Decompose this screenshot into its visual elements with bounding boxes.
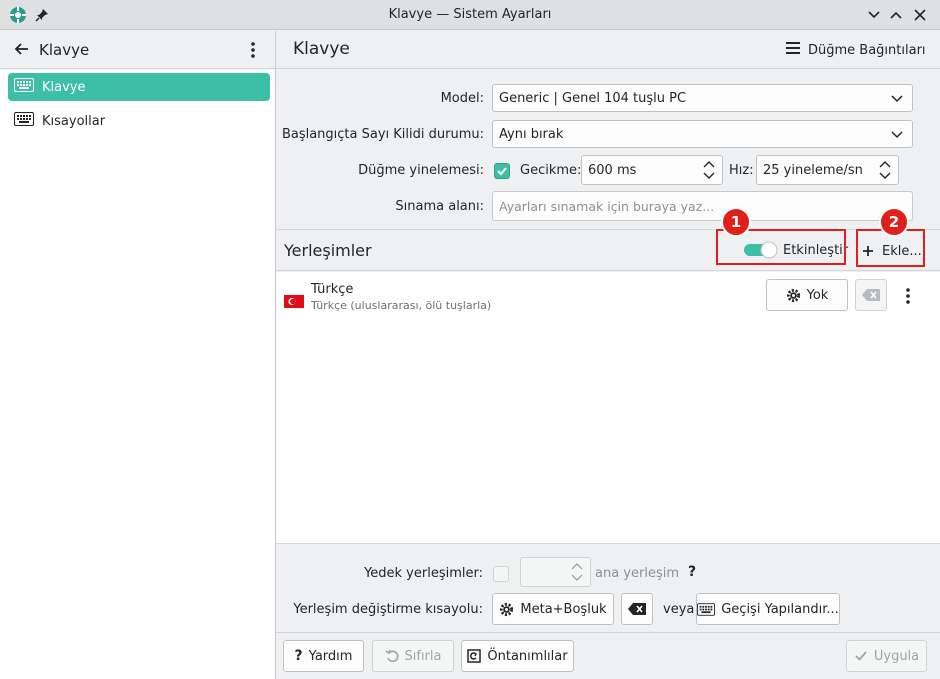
help-label: Yardım (308, 648, 353, 664)
sidebar-title: Klavye (39, 41, 90, 59)
reset-button[interactable]: Sıfırla (372, 640, 454, 672)
maximize-button[interactable] (886, 5, 906, 25)
repeat-label: Düğme yinelemesi: (358, 163, 484, 178)
callout-badge-2: 2 (879, 207, 909, 237)
layout-shortcut-label: Yok (806, 287, 829, 303)
turkey-flag-icon (284, 295, 304, 308)
spare-layouts-suffix: ana yerleşim (595, 566, 679, 581)
numlock-value: Aynı bırak (499, 126, 564, 142)
test-area-label: Sınama alanı: (395, 199, 484, 214)
back-arrow-icon[interactable] (14, 41, 32, 59)
footer-divider (276, 632, 940, 633)
spin-arrows-icon (703, 161, 715, 179)
key-bindings-label: Düğme Bağıntıları (808, 42, 926, 58)
sidebar-item-label: Kısayollar (42, 113, 106, 129)
keyboard-icon (14, 112, 34, 130)
rate-spinbox[interactable]: 25 yineleme/sn (756, 155, 899, 185)
page-header: Klavye Düğme Bağıntıları (276, 31, 940, 69)
layout-shortcut-button[interactable]: Yok (766, 279, 848, 311)
keyboard-settings-form: Model: Generic | Genel 104 tuşlu PC Başl… (276, 70, 940, 230)
sidebar-item-label: Klavye (42, 79, 86, 95)
numlock-label: Başlangıçta Sayı Kilidi durumu: (281, 127, 484, 142)
backspace-icon (628, 603, 646, 615)
list-item[interactable]: Türkçe Türkçe (uluslararası, ölü tuşlarl… (276, 278, 940, 324)
repeat-checkbox[interactable] (494, 163, 510, 179)
spare-layouts-spinbox[interactable] (520, 557, 591, 587)
switch-shortcut-value: Meta+Boşluk (520, 601, 607, 617)
minimize-button[interactable] (864, 5, 884, 25)
switch-shortcut-button[interactable]: Meta+Boşluk (492, 593, 614, 625)
callout-badge-1: 1 (721, 207, 751, 237)
sidebar-item-klavye[interactable]: Klavye (8, 73, 270, 101)
window-titlebar: Klavye — Sistem Ayarları (0, 0, 940, 30)
layouts-title: Yerleşimler (284, 241, 372, 260)
gear-icon (500, 602, 514, 616)
model-combobox[interactable]: Generic | Genel 104 tuşlu PC (492, 84, 913, 112)
test-area-placeholder: Ayarları sınamak için buraya yaz... (499, 198, 715, 214)
spare-layouts-checkbox[interactable] (493, 566, 509, 582)
switch-shortcut-label: Yerleşim değiştirme kısayolu: (293, 602, 483, 617)
remove-layout-button[interactable] (855, 279, 887, 311)
spin-arrows-icon (879, 161, 891, 179)
spare-layouts-label: Yedek yerleşimler: (364, 566, 483, 581)
apply-label: Uygula (873, 648, 920, 664)
or-label: veya (663, 602, 695, 617)
delay-value: 600 ms (588, 162, 637, 178)
window-title: Klavye — Sistem Ayarları (388, 7, 552, 22)
configure-switching-button[interactable]: Geçişi Yapılandır... (696, 593, 840, 625)
defaults-button[interactable]: Öntanımlılar (461, 640, 574, 672)
defaults-label: Öntanımlılar (487, 648, 568, 664)
rate-value: 25 yineleme/sn (763, 162, 863, 178)
keyboard-icon (14, 78, 34, 96)
model-value: Generic | Genel 104 tuşlu PC (499, 90, 687, 106)
check-icon (855, 651, 867, 661)
test-area-input[interactable]: Ayarları sınamak için buraya yaz... (492, 191, 913, 221)
help-button[interactable]: ? Yardım (283, 640, 364, 672)
layout-menu-icon[interactable] (901, 286, 915, 306)
delay-spinbox[interactable]: 600 ms (581, 155, 723, 185)
key-bindings-button[interactable]: Düğme Bağıntıları (786, 37, 926, 63)
sidebar-menu-icon[interactable] (246, 40, 260, 60)
chevron-down-icon (891, 131, 903, 139)
check-icon (497, 167, 507, 176)
sidebar-item-kisayollar[interactable]: Kısayollar (8, 107, 270, 135)
numlock-combobox[interactable]: Aynı bırak (492, 120, 913, 148)
close-button[interactable] (910, 5, 930, 25)
backspace-icon (862, 289, 880, 301)
model-label: Model: (440, 91, 484, 106)
sidebar: Klavye Kısayollar (0, 70, 275, 679)
page-title: Klavye (293, 39, 350, 59)
chevron-down-icon (891, 95, 903, 103)
delay-label: Gecikme: (520, 163, 582, 178)
defaults-icon (467, 649, 482, 663)
help-question-icon[interactable]: ? (688, 564, 696, 580)
spin-arrows-icon (571, 563, 583, 581)
keyboard-icon (697, 602, 716, 616)
layout-description: Türkçe (uluslararası, ölü tuşlarla) (311, 299, 492, 312)
apply-button[interactable]: Uygula (846, 640, 927, 672)
undo-icon (385, 649, 398, 663)
list-icon (786, 42, 800, 58)
reset-label: Sıfırla (404, 648, 442, 664)
layouts-list: Türkçe Türkçe (uluslararası, ölü tuşlarl… (276, 272, 940, 544)
clear-shortcut-button[interactable] (621, 593, 653, 625)
sidebar-header: Klavye (0, 31, 275, 69)
configure-switching-label: Geçişi Yapılandır... (721, 601, 839, 617)
gear-icon (786, 288, 800, 302)
rate-label: Hız: (729, 163, 754, 178)
question-icon: ? (294, 648, 303, 664)
layout-name: Türkçe (311, 282, 354, 297)
